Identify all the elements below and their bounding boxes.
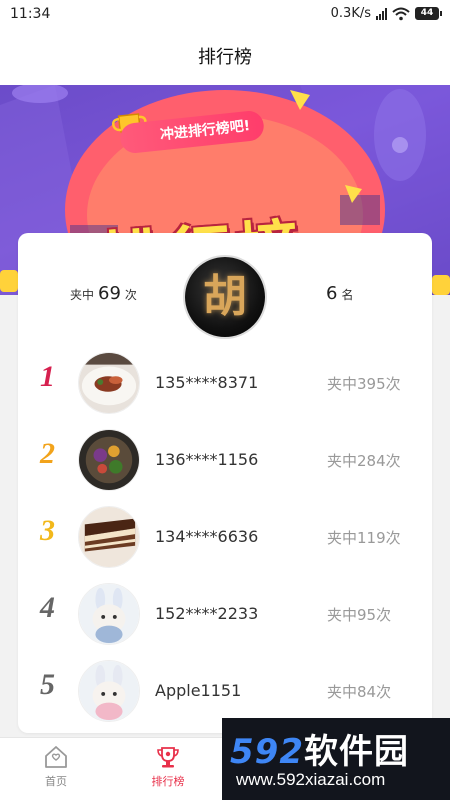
rank-user-name: 152****2233	[155, 604, 259, 623]
signal-icon	[376, 7, 387, 20]
ranking-card: 夹中 69 次 胡 6 名 1 135****8371 夹中395次 2 136…	[18, 233, 432, 733]
my-rank-suffix: 名	[341, 288, 354, 302]
rank-row-3[interactable]: 3 134****6636 夹中119次	[18, 500, 432, 576]
nav-ranking-label: 排行榜	[151, 775, 185, 788]
home-icon	[45, 746, 67, 768]
page-title: 排行榜	[198, 47, 252, 68]
my-rank: 6 名	[326, 283, 353, 304]
watermark-brand-cn: 软件园	[303, 732, 409, 772]
network-speed: 0.3K/s	[330, 6, 371, 21]
rank-score: 夹中284次	[327, 452, 401, 470]
watermark-logo: 592软件园	[230, 724, 409, 773]
rank-number: 1	[40, 360, 55, 393]
rank-row-4[interactable]: 4 152****2233 夹中95次	[18, 577, 432, 653]
rank-avatar-food-plate	[78, 352, 140, 414]
page-header: 排行榜	[0, 30, 450, 85]
my-rank-value: 6	[326, 283, 338, 304]
wifi-icon	[392, 7, 410, 20]
my-count-value: 69	[98, 283, 121, 304]
rank-user-name: 135****8371	[155, 373, 259, 392]
rank-user-name: 136****1156	[155, 450, 259, 469]
nav-home-label: 首页	[45, 775, 67, 788]
my-count-prefix: 夹中	[70, 288, 95, 302]
rank-row-2[interactable]: 2 136****1156 夹中284次	[18, 423, 432, 499]
rank-score: 夹中395次	[327, 375, 401, 393]
rank-score: 夹中95次	[327, 606, 392, 624]
rank-number: 2	[40, 437, 55, 470]
my-avatar[interactable]: 胡	[185, 257, 265, 337]
battery-icon: 44	[415, 7, 442, 20]
trophy-icon	[157, 747, 179, 768]
rank-user-name: 134****6636	[155, 527, 259, 546]
status-time: 11:34	[10, 6, 51, 22]
watermark: 592软件园 www.592xiazai.com	[222, 718, 450, 800]
rank-number: 5	[40, 668, 55, 701]
status-indicators: 0.3K/s 44	[331, 6, 442, 21]
rank-avatar-bunny-plush	[78, 583, 140, 645]
battery-level: 44	[415, 7, 439, 20]
rank-avatar-cake	[78, 506, 140, 568]
rank-score: 夹中119次	[327, 529, 401, 547]
my-catch-count: 夹中 69 次	[70, 283, 137, 304]
my-count-suffix: 次	[124, 288, 137, 302]
my-avatar-char: 胡	[203, 271, 247, 322]
nav-ranking[interactable]: 排行榜	[112, 738, 224, 800]
rank-number: 4	[40, 591, 55, 624]
status-bar: 11:34 0.3K/s 44	[0, 0, 450, 30]
rank-score: 夹中84次	[327, 683, 392, 701]
rank-avatar-bunny-plush-pink	[78, 660, 140, 722]
watermark-brand: 592	[230, 732, 304, 772]
watermark-url: www.592xiazai.com	[236, 770, 386, 789]
rank-number: 3	[40, 514, 55, 547]
rank-avatar-salad	[78, 429, 140, 491]
rank-user-name: Apple1151	[155, 681, 242, 700]
rank-row-1[interactable]: 1 135****8371 夹中395次	[18, 346, 432, 422]
nav-home[interactable]: 首页	[0, 738, 112, 800]
